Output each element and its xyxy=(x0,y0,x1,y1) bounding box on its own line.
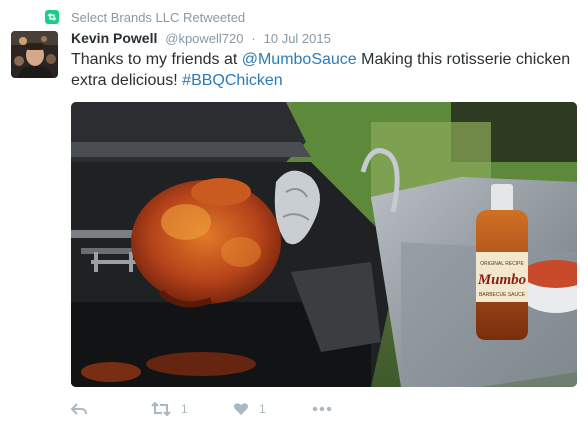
tweet-header: Kevin Powell @kpowell720 · 10 Jul 2015 xyxy=(71,29,331,48)
tweet-actions: 1 1 xyxy=(71,398,371,420)
tweet-date[interactable]: 10 Jul 2015 xyxy=(264,31,331,46)
bottle-bottom-text: BARBECUE SAUCE xyxy=(479,292,526,298)
tweet-text-part: Thanks to my friends at xyxy=(71,51,242,68)
bottle-brand: Mumbo xyxy=(477,272,526,288)
reply-icon xyxy=(71,403,87,415)
retweet-button[interactable]: 1 xyxy=(151,398,188,420)
more-icon xyxy=(312,406,332,412)
retweet-count: 1 xyxy=(181,402,188,416)
mention-link[interactable]: @MumboSauce xyxy=(242,51,357,68)
retweet-label[interactable]: Select Brands LLC Retweeted xyxy=(71,10,245,25)
separator-dot: · xyxy=(251,31,256,46)
like-button[interactable]: 1 xyxy=(233,398,266,420)
retweet-icon xyxy=(45,10,59,24)
like-count: 1 xyxy=(259,402,266,416)
author-name[interactable]: Kevin Powell xyxy=(71,30,157,46)
more-button[interactable] xyxy=(312,398,332,420)
retweet-action-icon xyxy=(151,402,171,416)
retweet-context: Select Brands LLC Retweeted xyxy=(45,8,245,26)
bottle-small-text: ORIGINAL RECIPE xyxy=(480,261,524,267)
avatar[interactable] xyxy=(11,31,58,78)
reply-button[interactable] xyxy=(71,398,87,420)
heart-icon xyxy=(234,403,248,415)
tweet-photo[interactable]: ORIGINAL RECIPE Mumbo BARBECUE SAUCE xyxy=(71,102,577,387)
tweet-text: Thanks to my friends at @MumboSauce Maki… xyxy=(71,49,576,91)
hashtag-link[interactable]: #BBQChicken xyxy=(182,72,283,89)
author-handle[interactable]: @kpowell720 xyxy=(165,31,243,46)
